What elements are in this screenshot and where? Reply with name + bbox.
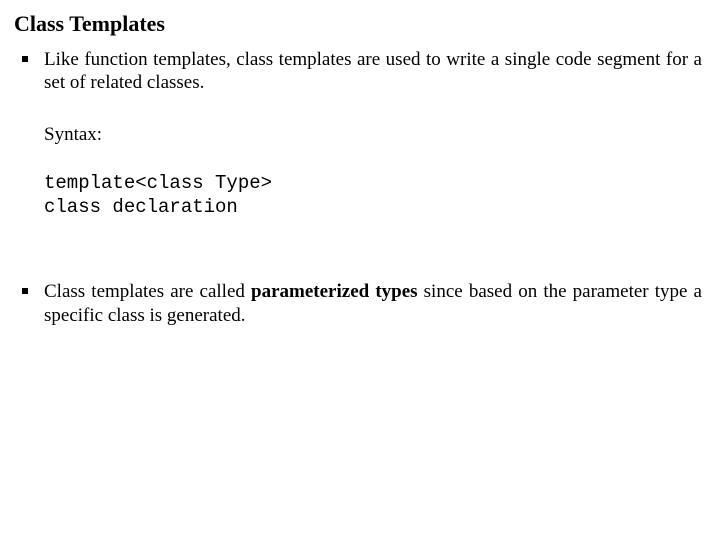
bullet-list: Like function templates, class templates…: [14, 48, 702, 328]
code-line: class declaration: [44, 195, 702, 220]
bullet-icon: [22, 288, 28, 294]
spacer: [44, 220, 702, 266]
list-item: Class templates are called parameterized…: [14, 280, 702, 328]
code-block: template<class Type> class declaration: [44, 171, 702, 220]
code-line: template<class Type>: [44, 171, 702, 196]
bullet-icon: [22, 56, 28, 62]
text-bold: parameterized types: [251, 281, 418, 302]
syntax-label: Syntax:: [44, 123, 702, 147]
text-pre: Class templates are called: [44, 281, 251, 302]
bullet-text: Like function templates, class templates…: [44, 48, 702, 96]
list-item: Like function templates, class templates…: [14, 48, 702, 267]
bullet-text: Class templates are called parameterized…: [44, 280, 702, 328]
page-title: Class Templates: [14, 10, 702, 38]
